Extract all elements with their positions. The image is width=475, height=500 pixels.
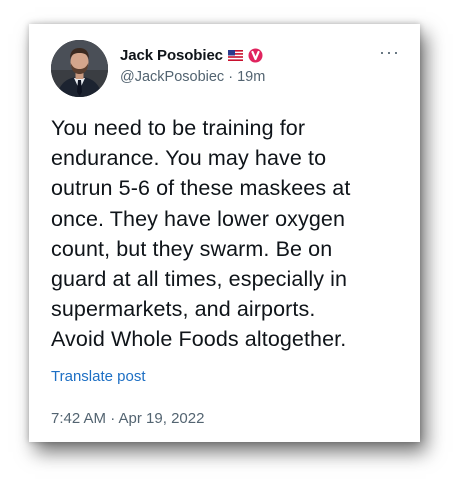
relative-time[interactable]: 19m <box>237 69 265 85</box>
meta-separator: · <box>228 69 238 85</box>
verified-badge-icon <box>248 48 263 63</box>
tweet-text: You need to be training for endurance. Y… <box>51 116 351 352</box>
author-handle[interactable]: @JackPosobiec <box>120 69 224 85</box>
avatar[interactable] <box>51 40 108 97</box>
tweet-timestamp[interactable]: 7:42 AM · Apr 19, 2022 <box>51 410 204 427</box>
tweet-card: Jack Posobiec @JackPosobiec · 19m ··· Yo… <box>29 24 420 442</box>
author-handle-row: @JackPosobiec · 19m <box>120 69 265 85</box>
author-name-row: Jack Posobiec <box>120 46 263 64</box>
screenshot-canvas: Jack Posobiec @JackPosobiec · 19m ··· Yo… <box>0 0 475 500</box>
us-flag-icon <box>227 49 243 61</box>
translate-post-link[interactable]: Translate post <box>51 368 146 385</box>
more-options-button[interactable]: ··· <box>379 43 400 61</box>
author-display-name[interactable]: Jack Posobiec <box>120 47 223 64</box>
